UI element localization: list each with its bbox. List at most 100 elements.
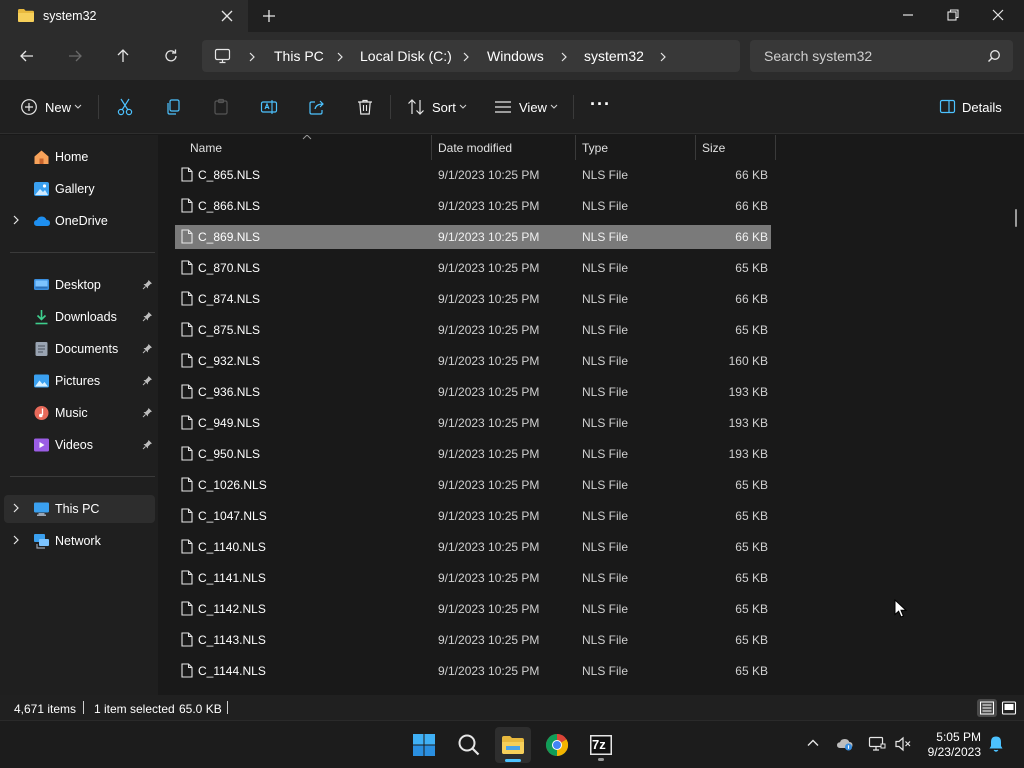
chevron-down-icon[interactable] (550, 104, 558, 110)
new-button[interactable]: New (45, 100, 71, 115)
sidebar-item-network[interactable]: Network (4, 527, 155, 555)
sidebar-item-documents[interactable]: Documents (4, 335, 155, 363)
scrollbar-thumb[interactable] (1015, 209, 1017, 227)
table-row[interactable]: C_1140.NLS 9/1/2023 10:25 PM NLS File 65 KB (175, 535, 771, 559)
sidebar-item-this-pc[interactable]: This PC (4, 495, 155, 523)
table-row[interactable]: C_950.NLS 9/1/2023 10:25 PM NLS File 193 KB (175, 442, 771, 466)
delete-icon[interactable] (356, 98, 374, 116)
chevron-right-icon[interactable] (462, 52, 470, 62)
table-row[interactable]: C_865.NLS 9/1/2023 10:25 PM NLS File 66 KB (175, 163, 771, 187)
table-row[interactable]: C_1047.NLS 9/1/2023 10:25 PM NLS File 65 KB (175, 504, 771, 528)
status-divider (83, 701, 84, 714)
table-row[interactable]: C_870.NLS 9/1/2023 10:25 PM NLS File 65 KB (175, 256, 771, 280)
chevron-right-icon[interactable] (659, 52, 667, 62)
new-tab-button[interactable] (262, 9, 276, 23)
table-row[interactable]: C_1026.NLS 9/1/2023 10:25 PM NLS File 65 KB (175, 473, 771, 497)
chevron-down-icon[interactable] (459, 104, 467, 110)
sidebar-item-music[interactable]: Music (4, 399, 155, 427)
sidebar-item-label: Network (55, 534, 101, 548)
table-row[interactable]: C_869.NLS 9/1/2023 10:25 PM NLS File 66 KB (175, 225, 771, 249)
network-tray-icon[interactable] (868, 736, 886, 752)
notification-bell-icon[interactable] (988, 735, 1004, 753)
close-window-button[interactable] (991, 8, 1005, 22)
pin-icon[interactable] (142, 375, 153, 386)
rename-icon[interactable] (260, 98, 278, 116)
cut-icon[interactable] (116, 98, 134, 116)
chrome-taskbar-button[interactable] (539, 727, 575, 763)
view-button[interactable]: View (519, 100, 547, 115)
minimize-button[interactable] (901, 8, 915, 22)
details-pane-icon[interactable] (939, 98, 956, 115)
sidebar-item-gallery[interactable]: Gallery (4, 175, 155, 203)
refresh-button[interactable] (163, 48, 179, 64)
chevron-down-icon[interactable] (74, 104, 82, 110)
breadcrumb-this-pc[interactable]: This PC (274, 48, 324, 64)
pin-icon[interactable] (142, 407, 153, 418)
tiles-view-button[interactable] (999, 699, 1019, 717)
sidebar-item-videos[interactable]: Videos (4, 431, 155, 459)
new-plus-icon[interactable] (20, 98, 38, 116)
sidebar-item-pictures[interactable]: Pictures (4, 367, 155, 395)
7zip-taskbar-button[interactable]: 7z (583, 727, 619, 763)
share-icon[interactable] (308, 98, 326, 116)
volume-muted-icon[interactable] (894, 736, 912, 752)
breadcrumb-local-disk[interactable]: Local Disk (C:) (360, 48, 452, 64)
table-row[interactable]: C_1143.NLS 9/1/2023 10:25 PM NLS File 65 KB (175, 628, 771, 652)
table-row[interactable]: C_1144.NLS 9/1/2023 10:25 PM NLS File 65 KB (175, 659, 771, 683)
column-header-size[interactable]: Size (696, 135, 775, 160)
file-type: NLS File (582, 261, 629, 275)
breadcrumb-windows[interactable]: Windows (487, 48, 544, 64)
download-icon (33, 309, 50, 325)
table-row[interactable]: C_936.NLS 9/1/2023 10:25 PM NLS File 193 KB (175, 380, 771, 404)
system-clock[interactable]: 5:05 PM 9/23/2023 (921, 730, 981, 760)
close-tab-icon[interactable] (220, 9, 234, 23)
table-row[interactable]: C_866.NLS 9/1/2023 10:25 PM NLS File 66 KB (175, 194, 771, 218)
address-bar[interactable]: This PC Local Disk (C:) Windows system32 (202, 40, 740, 72)
pin-icon[interactable] (142, 439, 153, 450)
chevron-up-icon[interactable] (806, 736, 820, 750)
sort-button[interactable]: Sort (432, 100, 456, 115)
pin-icon[interactable] (142, 279, 153, 290)
pin-icon[interactable] (142, 311, 153, 322)
pin-icon[interactable] (142, 343, 153, 354)
back-button[interactable] (19, 48, 35, 64)
search-icon[interactable] (987, 49, 1001, 63)
column-header-name[interactable]: Name (175, 135, 431, 160)
chevron-right-icon[interactable] (12, 503, 20, 513)
chevron-right-icon[interactable] (12, 535, 20, 545)
breadcrumb-system32[interactable]: system32 (584, 48, 644, 64)
tab-system32[interactable]: system32 (0, 0, 248, 32)
file-explorer-taskbar-button[interactable] (495, 727, 531, 763)
table-row[interactable]: C_875.NLS 9/1/2023 10:25 PM NLS File 65 KB (175, 318, 771, 342)
table-row[interactable]: C_1141.NLS 9/1/2023 10:25 PM NLS File 65 KB (175, 566, 771, 590)
more-options-button[interactable]: ··· (590, 94, 611, 115)
chevron-right-icon[interactable] (560, 52, 568, 62)
view-icon[interactable] (494, 98, 512, 116)
sort-icon[interactable] (407, 98, 425, 116)
restore-button[interactable] (946, 8, 960, 22)
table-row[interactable]: C_949.NLS 9/1/2023 10:25 PM NLS File 193 KB (175, 411, 771, 435)
forward-button[interactable] (67, 48, 83, 64)
sidebar-item-downloads[interactable]: Downloads (4, 303, 155, 331)
chevron-right-icon[interactable] (248, 52, 256, 62)
onedrive-tray-icon[interactable] (836, 736, 854, 752)
sidebar-item-home[interactable]: Home (4, 143, 155, 171)
copy-icon[interactable] (164, 98, 182, 116)
column-header-date[interactable]: Date modified (432, 135, 575, 160)
chevron-right-icon[interactable] (336, 52, 344, 62)
search-taskbar-button[interactable] (451, 727, 487, 763)
sidebar-item-desktop[interactable]: Desktop (4, 271, 155, 299)
column-header-type[interactable]: Type (576, 135, 695, 160)
table-row[interactable]: C_932.NLS 9/1/2023 10:25 PM NLS File 160 KB (175, 349, 771, 373)
up-button[interactable] (115, 48, 131, 64)
table-row[interactable]: C_874.NLS 9/1/2023 10:25 PM NLS File 66 KB (175, 287, 771, 311)
paste-icon[interactable] (212, 98, 230, 116)
details-button[interactable]: Details (962, 100, 1002, 115)
sidebar-item-onedrive[interactable]: OneDrive (4, 207, 155, 235)
chevron-right-icon[interactable] (12, 215, 20, 225)
details-view-button[interactable] (977, 699, 997, 717)
column-divider[interactable] (775, 135, 776, 160)
table-row[interactable]: C_1142.NLS 9/1/2023 10:25 PM NLS File 65 KB (175, 597, 771, 621)
search-input[interactable]: Search system32 (750, 40, 1013, 72)
start-button[interactable] (406, 727, 442, 763)
